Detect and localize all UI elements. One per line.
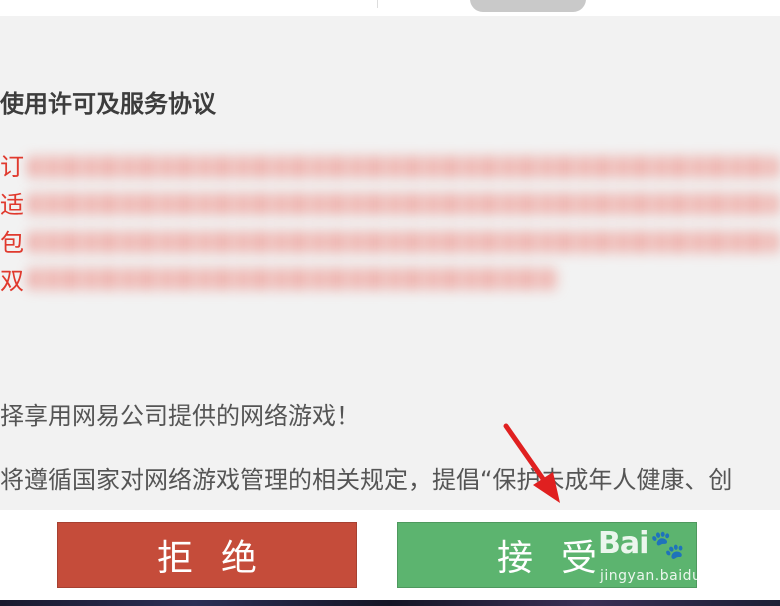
top-strip (0, 0, 780, 16)
paw-icon: 🐾 (650, 528, 685, 561)
blurred-line (28, 268, 558, 290)
watermark-brand: Bai (598, 526, 649, 561)
top-divider (377, 0, 378, 8)
red-char: 适 (0, 191, 24, 219)
red-text-column: 订 适 包 双 (0, 148, 26, 300)
agreement-paragraph: 将遵循国家对网络游戏管理的相关规定，提倡“保护未成年人健康、创 (0, 466, 733, 494)
reject-button[interactable]: 拒绝 (57, 522, 357, 588)
blurred-line (28, 231, 780, 253)
blurred-red-text (28, 148, 780, 298)
top-pill-button[interactable] (470, 0, 586, 12)
watermark-url: jingyan.baidu.com (600, 568, 738, 584)
background-strip (0, 600, 780, 606)
watermark-suffix: 经验 (702, 540, 742, 564)
agreement-paragraph: 择享用网易公司提供的网络游戏！ (0, 402, 360, 430)
blurred-line (28, 156, 780, 178)
red-char: 订 (0, 153, 24, 181)
red-char: 双 (0, 267, 24, 295)
agreement-title: 使用许可及服务协议 (0, 90, 216, 118)
baidu-watermark: Bai 🐾 经验 jingyan.baidu.com (598, 524, 768, 590)
blurred-line (28, 193, 780, 215)
red-char: 包 (0, 229, 24, 257)
